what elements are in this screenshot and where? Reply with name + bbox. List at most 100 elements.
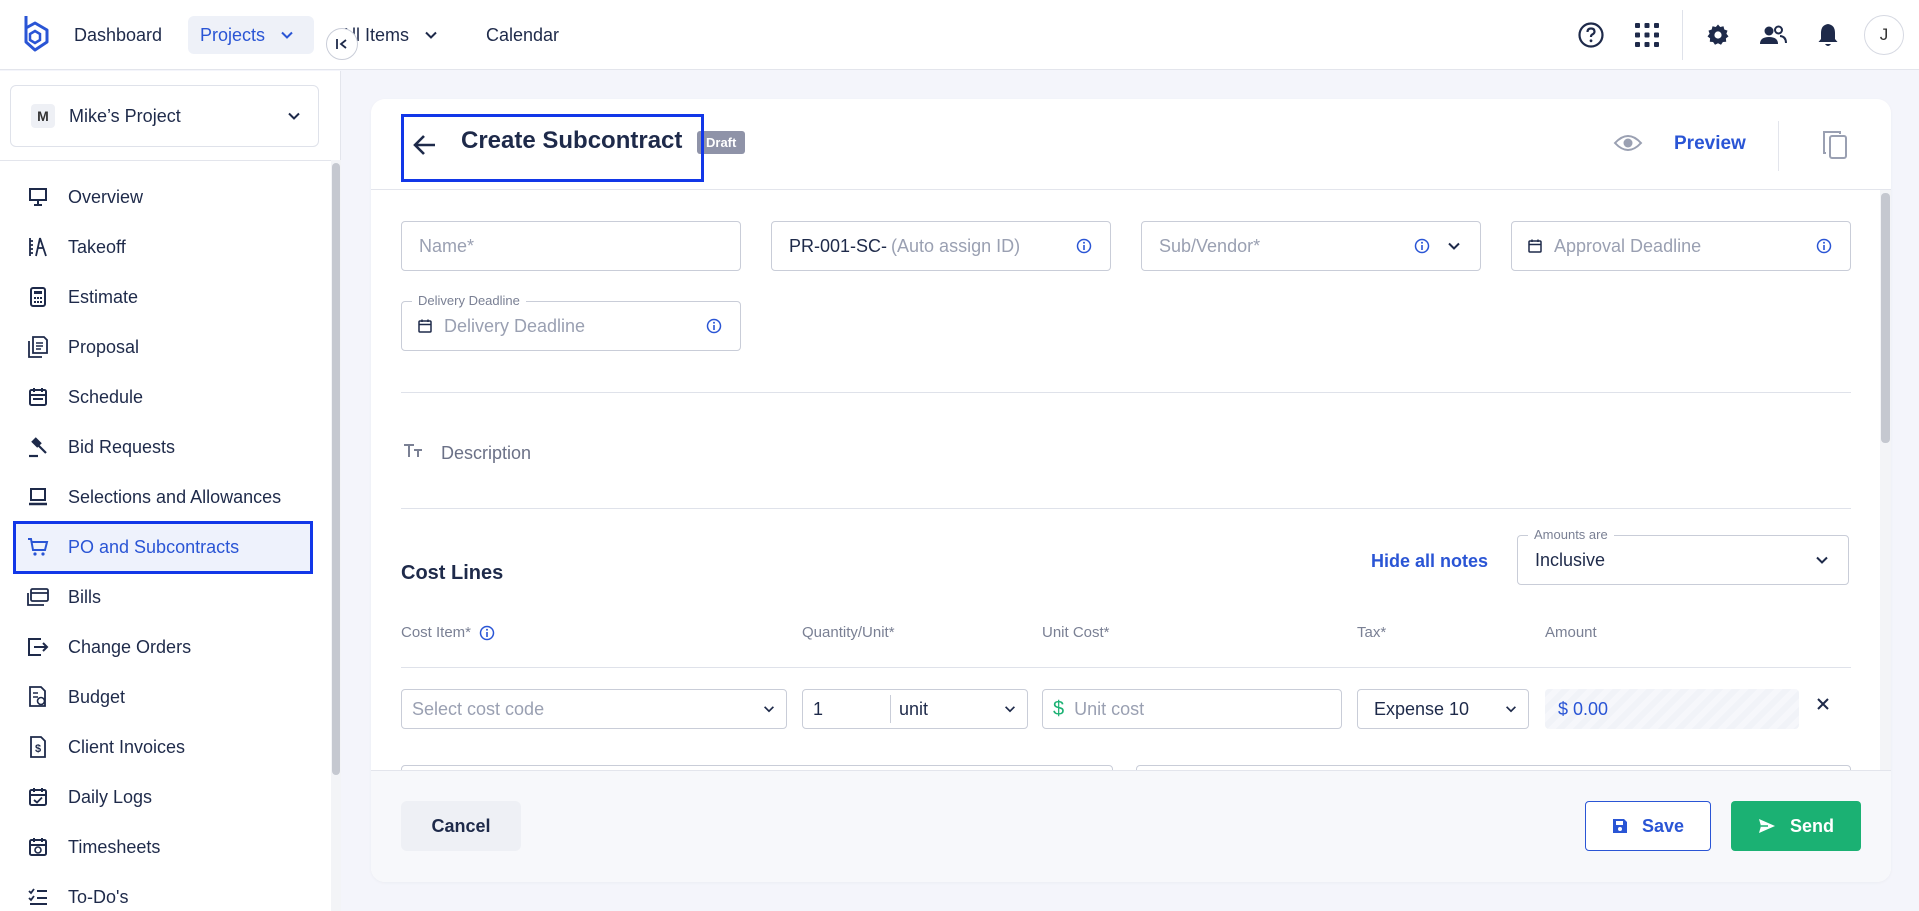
text-format-icon [403, 443, 423, 459]
sidebar-item-daily-logs[interactable]: Daily Logs [14, 772, 312, 822]
hide-all-notes-link[interactable]: Hide all notes [1371, 551, 1488, 572]
remove-row-close-icon[interactable] [1816, 697, 1830, 711]
copy-icon[interactable] [1821, 129, 1849, 161]
sidebar-item-label: Schedule [68, 386, 144, 407]
presentation-icon [26, 185, 50, 209]
page-title: Create Subcontract [461, 127, 683, 154]
sidebar-item-label: Estimate [68, 286, 139, 307]
settings-icon[interactable] [1703, 20, 1733, 50]
quantity-unit-field[interactable]: 1 unit [802, 689, 1028, 729]
chevron-down-icon [762, 702, 776, 716]
header-divider [1778, 121, 1779, 171]
quantity-input[interactable]: 1 [803, 695, 891, 723]
save-button[interactable]: Save [1585, 801, 1711, 851]
cost-lines-title: Cost Lines [401, 562, 504, 584]
invoice-icon: $ [26, 735, 50, 759]
delivery-deadline-label: Delivery Deadline [412, 293, 526, 308]
sidebar-item-proposal[interactable]: Proposal [14, 322, 312, 372]
nav-dashboard[interactable]: Dashboard [74, 16, 162, 54]
sidebar-item-todos[interactable]: To-Do's [14, 872, 312, 911]
info-icon[interactable] [1414, 238, 1430, 254]
project-name: Mike’s Project [69, 105, 181, 126]
project-selector[interactable]: M Mike’s Project [10, 85, 319, 147]
sidebar-item-label: Bid Requests [68, 436, 176, 457]
users-icon[interactable] [1758, 20, 1788, 50]
id-placeholder: (Auto assign ID) [891, 235, 1021, 256]
sidebar-item-change-orders[interactable]: Change Orders [14, 622, 312, 672]
description-field[interactable]: Description [441, 443, 531, 464]
todo-icon [26, 885, 50, 909]
vendor-placeholder: Sub/Vendor* [1159, 235, 1261, 256]
column-header-cost-item: Cost Item* [401, 624, 495, 641]
unit-cost-input[interactable]: $ Unit cost [1042, 689, 1342, 729]
delivery-placeholder: Delivery Deadline [444, 315, 586, 336]
sidebar-item-po-subcontracts[interactable]: PO and Subcontracts [14, 522, 312, 572]
id-prefix: PR-001-SC- [789, 235, 888, 256]
subcontract-id-input[interactable]: PR-001-SC- (Auto assign ID) [771, 221, 1111, 271]
unit-cost-placeholder: Unit cost [1074, 698, 1145, 719]
tax-select[interactable]: Expense 10 [1357, 689, 1529, 729]
help-icon[interactable] [1576, 20, 1606, 50]
eye-icon[interactable] [1613, 131, 1643, 155]
calendar-icon [418, 319, 432, 333]
vendor-select[interactable]: Sub/Vendor* [1141, 221, 1481, 271]
amounts-are-select[interactable]: Amounts are Inclusive [1517, 527, 1849, 585]
bills-icon [26, 585, 50, 609]
column-header-label: Tax* [1357, 624, 1387, 641]
unit-select[interactable]: unit [891, 699, 1003, 720]
avatar-initial: J [1879, 25, 1889, 44]
nav-projects-label: Projects [200, 25, 266, 45]
info-icon[interactable] [479, 625, 495, 641]
sidebar-item-bid-requests[interactable]: Bid Requests [14, 422, 312, 472]
info-icon[interactable] [706, 318, 722, 334]
delivery-deadline-input[interactable]: Delivery Deadline Delivery Deadline [401, 293, 741, 351]
sidebar-item-estimate[interactable]: Estimate [14, 272, 312, 322]
sidebar-item-label: Proposal [68, 336, 140, 357]
sidebar-item-label: Daily Logs [68, 786, 153, 807]
name-input[interactable]: Name* [401, 221, 741, 271]
sidebar-item-label: Overview [68, 186, 144, 207]
chevron-down-icon [1814, 552, 1830, 568]
preview-button[interactable]: Preview [1674, 133, 1746, 155]
column-header-label: Unit Cost* [1042, 624, 1110, 641]
apps-grid-icon[interactable] [1632, 20, 1662, 50]
info-icon[interactable] [1076, 238, 1092, 254]
cost-code-select[interactable]: Select cost code [401, 689, 787, 729]
sidebar-item-selections[interactable]: Selections and Allowances [14, 472, 312, 522]
app-logo-icon[interactable] [20, 14, 50, 54]
daily-log-icon [26, 785, 50, 809]
user-avatar[interactable]: J [1864, 15, 1904, 55]
sidebar-item-overview[interactable]: Overview [14, 172, 312, 222]
column-header-quantity: Quantity/Unit* [802, 624, 895, 641]
cancel-button[interactable]: Cancel [401, 801, 521, 851]
sidebar-divider [0, 160, 340, 161]
top-navbar: Dashboard Projects All Items Calendar J [0, 0, 1919, 70]
column-header-label: Amount [1545, 624, 1597, 641]
sidebar-item-label: Timesheets [68, 836, 161, 857]
column-header-label: Quantity/Unit* [802, 624, 895, 641]
tax-value: Expense 10 [1374, 698, 1470, 719]
send-button[interactable]: Send [1731, 801, 1861, 851]
sidebar-item-budget[interactable]: Budget [14, 672, 312, 722]
bell-icon[interactable] [1813, 20, 1843, 50]
card-header: Create Subcontract Draft Preview [371, 99, 1891, 190]
approval-deadline-input[interactable]: Approval Deadline [1511, 221, 1851, 271]
change-order-icon [26, 635, 50, 659]
sidebar-item-takeoff[interactable]: Takeoff [14, 222, 312, 272]
sidebar-item-label: Client Invoices [68, 736, 186, 757]
nav-projects[interactable]: Projects [188, 16, 314, 54]
nav-calendar[interactable]: Calendar [486, 16, 559, 54]
save-icon [1612, 818, 1628, 834]
sidebar-scrollbar-thumb[interactable] [332, 163, 340, 775]
sidebar-item-timesheets[interactable]: Timesheets [14, 822, 312, 872]
form-scrollbar-thumb[interactable] [1881, 193, 1890, 443]
collapse-sidebar-button[interactable] [326, 28, 358, 60]
amounts-are-label: Amounts are [1528, 527, 1614, 542]
sidebar-item-bills[interactable]: Bills [14, 572, 312, 622]
info-icon[interactable] [1816, 238, 1832, 254]
svg-text:$: $ [35, 743, 41, 755]
sidebar-item-schedule[interactable]: Schedule [14, 372, 312, 422]
back-arrow-icon[interactable] [411, 131, 439, 159]
sidebar-item-client-invoices[interactable]: $ Client Invoices [14, 722, 312, 772]
document-icon [26, 335, 50, 359]
